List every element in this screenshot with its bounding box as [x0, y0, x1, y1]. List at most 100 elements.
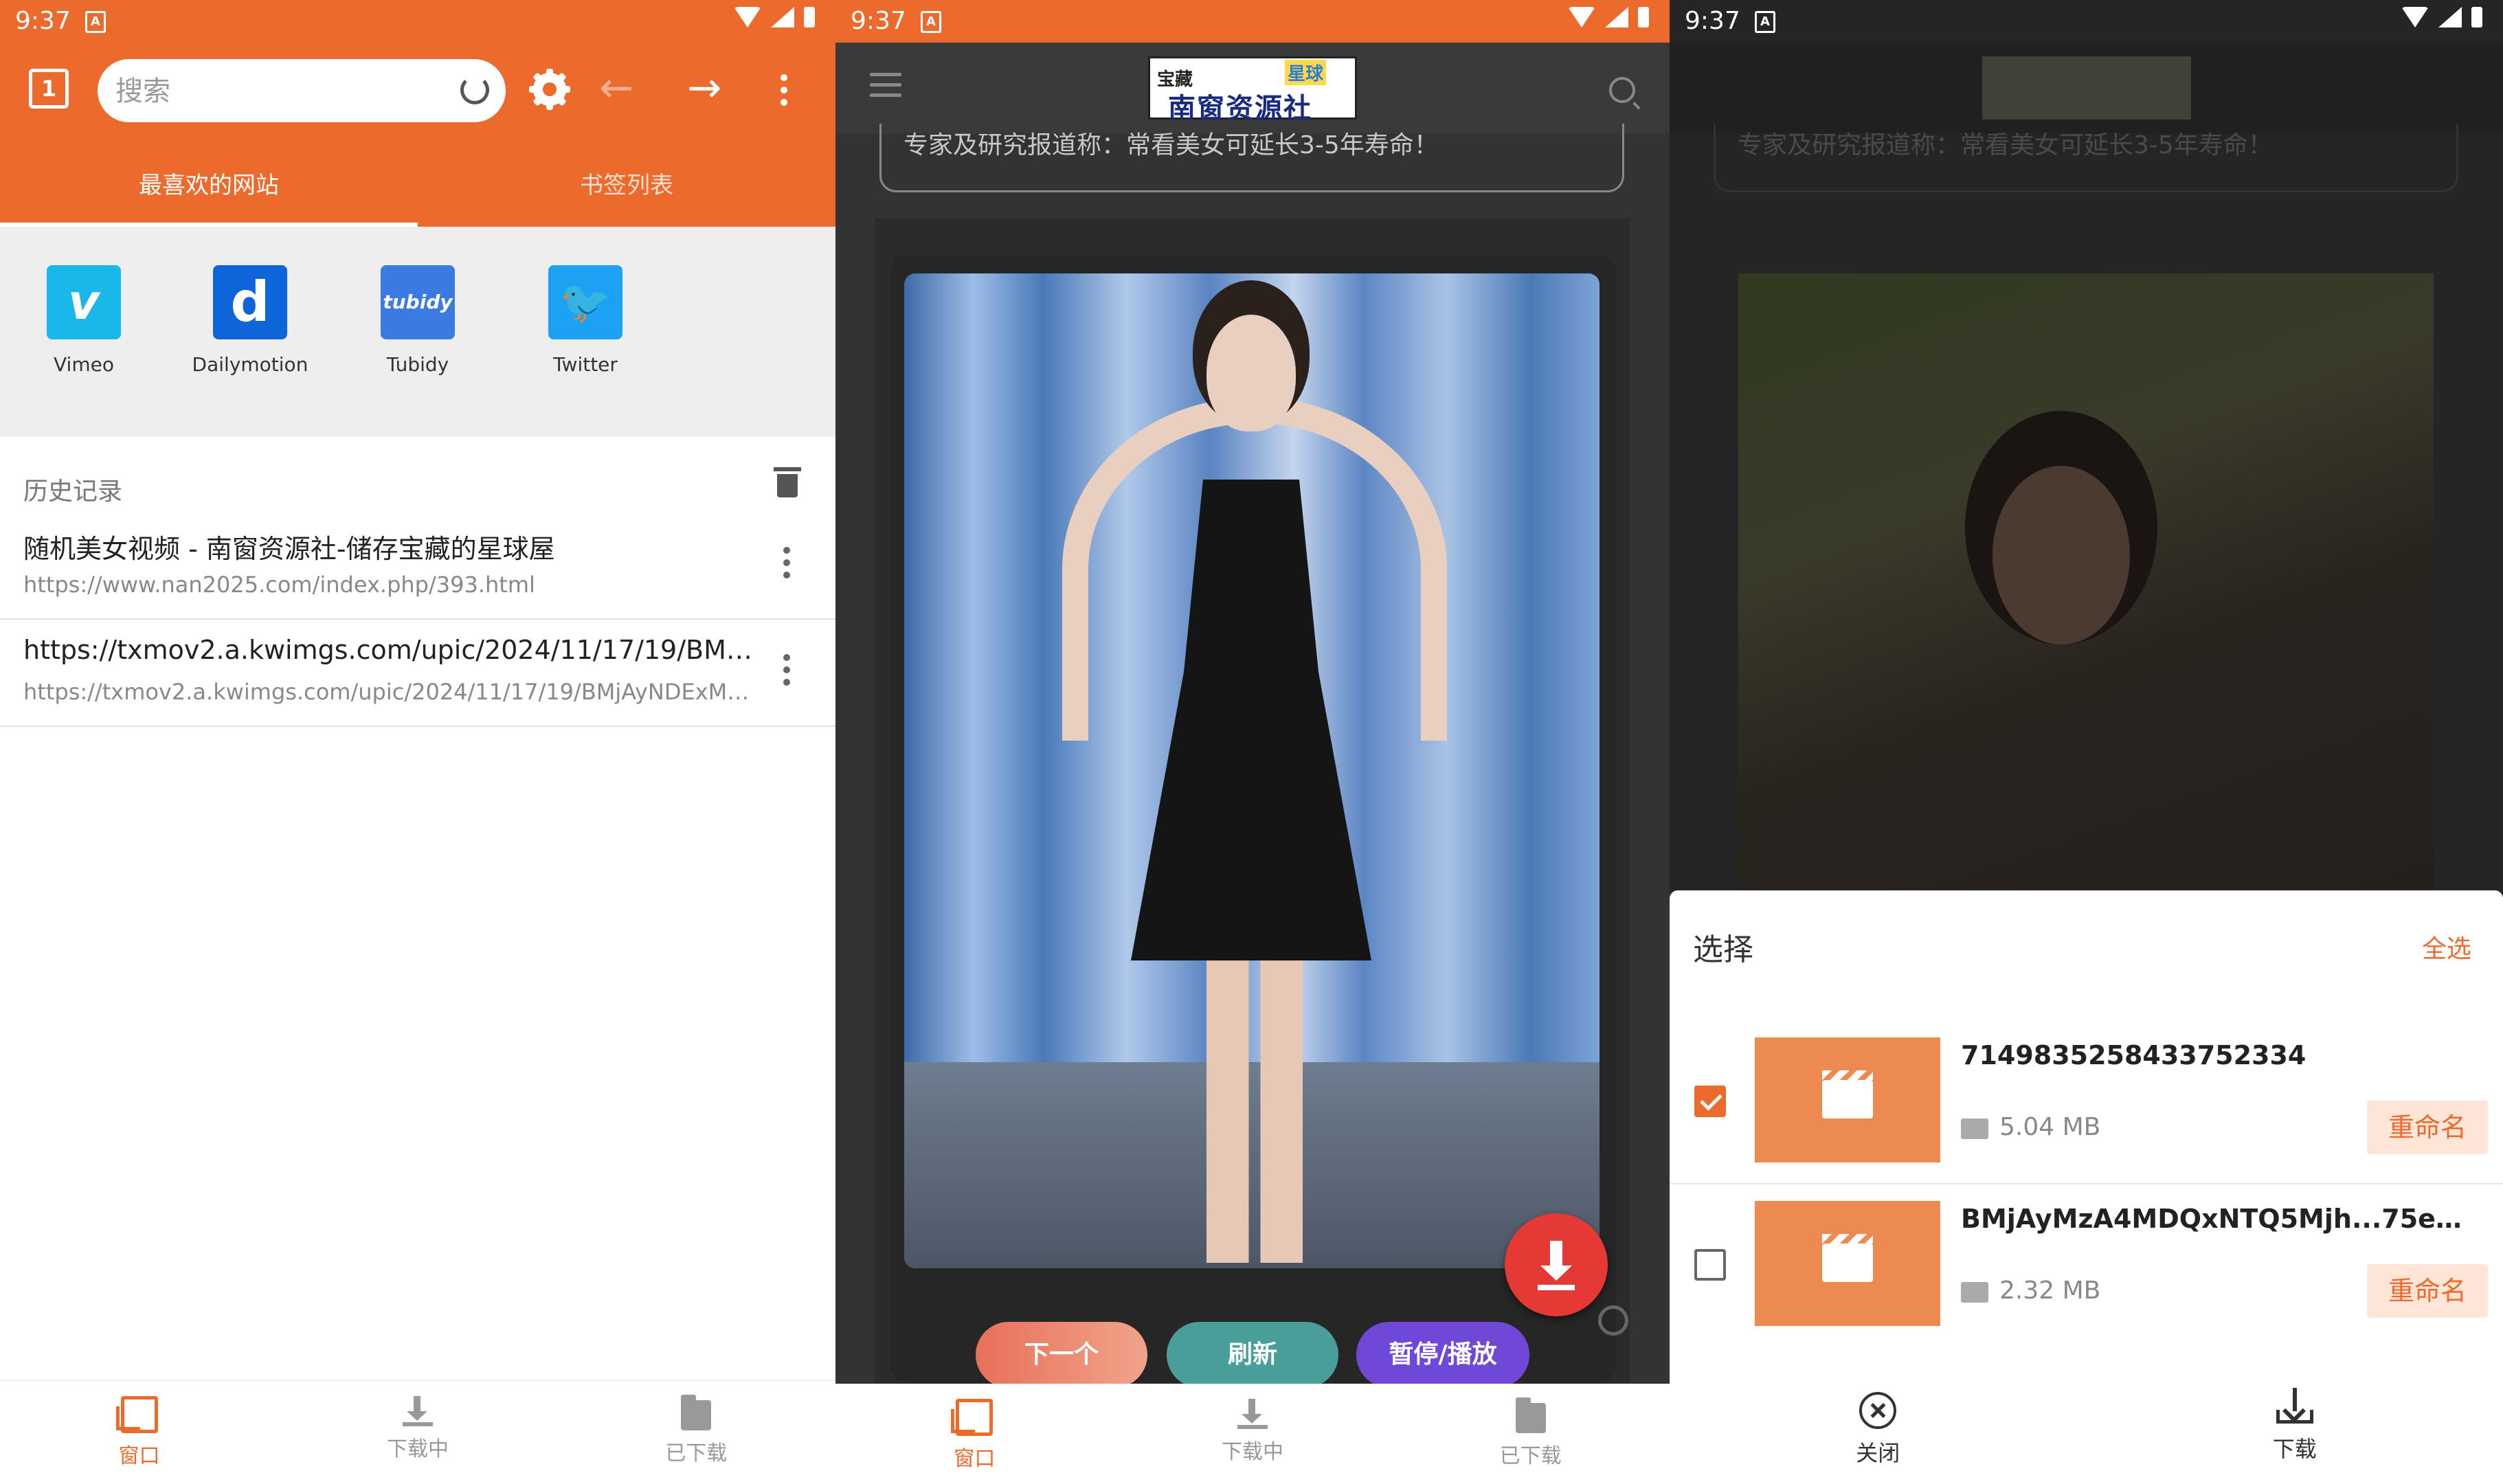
signal-icon — [1605, 7, 1628, 27]
menu-icon[interactable] — [870, 73, 901, 104]
more-vert-icon[interactable] — [783, 654, 792, 691]
gear-icon[interactable] — [1598, 1305, 1628, 1336]
status-bar: 9:37 A — [0, 0, 835, 43]
notice-banner: 专家及研究报道称：常看美女可延长3-5年寿命！ — [879, 124, 1624, 192]
wifi-icon — [2401, 7, 2429, 27]
file-row[interactable]: BMjAyMzA4MDQxNTQ5Mjh...75e1ae 2.32 MB 重命… — [1670, 1184, 2503, 1347]
history-item-title: https://txmov2.a.kwimgs.com/upic/2024/11… — [23, 635, 759, 665]
status-bar: 9:37 A — [835, 0, 1670, 43]
favorite-label: Twitter — [553, 353, 618, 376]
tab-favorites[interactable]: 最喜欢的网站 — [0, 158, 418, 227]
rename-button[interactable]: 重命名 — [2367, 1264, 2488, 1318]
a-icon: A — [1755, 11, 1775, 33]
tab-count-button[interactable]: 1 — [29, 69, 69, 109]
file-size: 5.04 MB — [1999, 1113, 2101, 1141]
wifi-icon — [734, 7, 761, 27]
tubidy-icon: tubidy — [381, 265, 455, 339]
bottom-navigation: 窗口 下载中 已下载 — [835, 1384, 1670, 1484]
nav-downloading[interactable]: 下载中 — [278, 1381, 557, 1484]
battery-icon — [804, 7, 815, 27]
status-bar: 9:37 A — [1670, 0, 2503, 43]
a-icon: A — [85, 11, 106, 33]
history-item-title: 随机美女视频 - 南窗资源社-储存宝藏的星球屋 — [23, 534, 555, 564]
file-row[interactable]: 7149835258433752334 5.04 MB 重命名 — [1670, 1021, 2503, 1184]
folder-icon — [1515, 1397, 1546, 1433]
status-time: 9:37 — [1685, 7, 1740, 35]
notice-text: 专家及研究报道称：常看美女可延长3-5年寿命！ — [903, 131, 1439, 159]
pause-play-button[interactable]: 暂停/播放 — [1356, 1322, 1529, 1388]
signal-icon — [771, 7, 794, 27]
site-header: 宝藏 星球 南窗资源社 — [835, 43, 1670, 133]
download-fab[interactable] — [1505, 1213, 1608, 1316]
tab-bar: 最喜欢的网站 书签列表 — [0, 158, 835, 227]
browser-home-screen: 9:37 A 1 ← → 最喜欢的网站 书签列表 v Vimeo d Daily… — [0, 0, 835, 1484]
status-time: 9:37 — [851, 7, 906, 35]
more-vert-icon[interactable] — [783, 547, 792, 584]
close-button[interactable]: 关闭 — [1670, 1374, 2087, 1484]
window-icon — [951, 1399, 994, 1436]
favorite-dailymotion[interactable]: d Dailymotion — [181, 265, 319, 376]
dimmed-notice: 专家及研究报道称：常看美女可延长3-5年寿命！ — [1714, 124, 2458, 192]
download-icon — [402, 1396, 433, 1426]
file-checkbox[interactable] — [1694, 1249, 1726, 1281]
history-item[interactable]: 随机美女视频 - 南窗资源社-储存宝藏的星球屋 https://www.nan2… — [0, 511, 835, 620]
nav-window[interactable]: 窗口 — [0, 1381, 278, 1484]
search-icon[interactable] — [1609, 77, 1635, 103]
favorite-twitter[interactable]: 🐦 Twitter — [517, 265, 654, 376]
battery-icon — [1638, 7, 1649, 27]
next-button[interactable]: 下一个 — [976, 1322, 1147, 1388]
select-all-button[interactable]: 全选 — [2422, 929, 2471, 965]
file-name: BMjAyMzA4MDQxNTQ5Mjh...75e1ae — [1961, 1204, 2469, 1234]
web-video-page: 9:37 A 宝藏 星球 南窗资源社 专家及研究报道称：常看美女可延长3-5年寿… — [835, 0, 1670, 1484]
refresh-icon[interactable] — [460, 76, 489, 104]
download-select-screen: 专家及研究报道称：常看美女可延长3-5年寿命！ 9:37 A 选择 全选 714… — [1670, 0, 2503, 1484]
window-icon — [115, 1396, 158, 1433]
status-time: 9:37 — [15, 7, 71, 35]
signal-icon — [2438, 7, 2462, 27]
more-vert-icon[interactable] — [781, 74, 789, 111]
back-arrow-icon[interactable]: ← — [599, 67, 633, 109]
tab-label: 书签列表 — [580, 172, 673, 199]
film-icon — [1961, 1118, 1988, 1139]
favorites-grid: v Vimeo d Dailymotion tubidy Tubidy 🐦 Tw… — [0, 227, 835, 437]
sheet-title: 选择 — [1693, 932, 1753, 967]
action-label: 下载 — [2272, 1436, 2317, 1462]
forward-arrow-icon[interactable]: → — [687, 67, 721, 109]
select-bottom-sheet: 选择 全选 7149835258433752334 5.04 MB 重命名 BM… — [1670, 890, 2503, 1484]
history-item[interactable]: https://txmov2.a.kwimgs.com/upic/2024/11… — [0, 618, 835, 727]
nav-downloaded[interactable]: 已下载 — [557, 1381, 835, 1484]
history-title: 历史记录 — [23, 477, 123, 506]
history-item-url: https://www.nan2025.com/index.php/393.ht… — [23, 572, 535, 598]
nav-window[interactable]: 窗口 — [835, 1384, 1114, 1484]
wifi-icon — [1568, 7, 1595, 27]
video-player[interactable] — [904, 273, 1600, 1268]
history-item-url: https://txmov2.a.kwimgs.com/upic/2024/11… — [23, 679, 759, 705]
file-checkbox[interactable] — [1694, 1086, 1726, 1117]
nav-downloaded[interactable]: 已下载 — [1391, 1384, 1670, 1484]
nav-downloading[interactable]: 下载中 — [1114, 1384, 1392, 1484]
nav-label: 下载中 — [386, 1437, 449, 1461]
tab-bookmarks[interactable]: 书签列表 — [418, 158, 835, 227]
favorite-label: Vimeo — [54, 353, 114, 376]
favorite-tubidy[interactable]: tubidy Tubidy — [349, 265, 486, 376]
refresh-button[interactable]: 刷新 — [1167, 1322, 1338, 1388]
logo-text: 南窗资源社 — [1168, 93, 1312, 124]
video-thumbnail — [1755, 1201, 1940, 1326]
rename-button[interactable]: 重命名 — [2367, 1101, 2488, 1154]
search-bar[interactable] — [98, 59, 506, 122]
search-input[interactable] — [114, 70, 433, 113]
site-logo[interactable]: 宝藏 星球 南窗资源社 — [1148, 56, 1357, 124]
download-button[interactable]: 下载 — [2087, 1374, 2503, 1484]
file-name: 7149835258433752334 — [1961, 1040, 2306, 1070]
notice-text: 专家及研究报道称：常看美女可延长3-5年寿命！ — [1738, 131, 2273, 159]
nav-label: 已下载 — [665, 1441, 728, 1465]
favorite-vimeo[interactable]: v Vimeo — [15, 265, 153, 376]
settings-button[interactable] — [533, 73, 566, 106]
vimeo-icon: v — [47, 265, 121, 339]
clapperboard-icon — [1822, 1070, 1873, 1118]
nav-label: 下载中 — [1222, 1440, 1283, 1464]
trash-icon[interactable] — [774, 467, 801, 497]
folder-icon — [681, 1395, 712, 1430]
sheet-actions: 关闭 下载 — [1670, 1374, 2503, 1484]
download-icon — [1237, 1399, 1268, 1429]
